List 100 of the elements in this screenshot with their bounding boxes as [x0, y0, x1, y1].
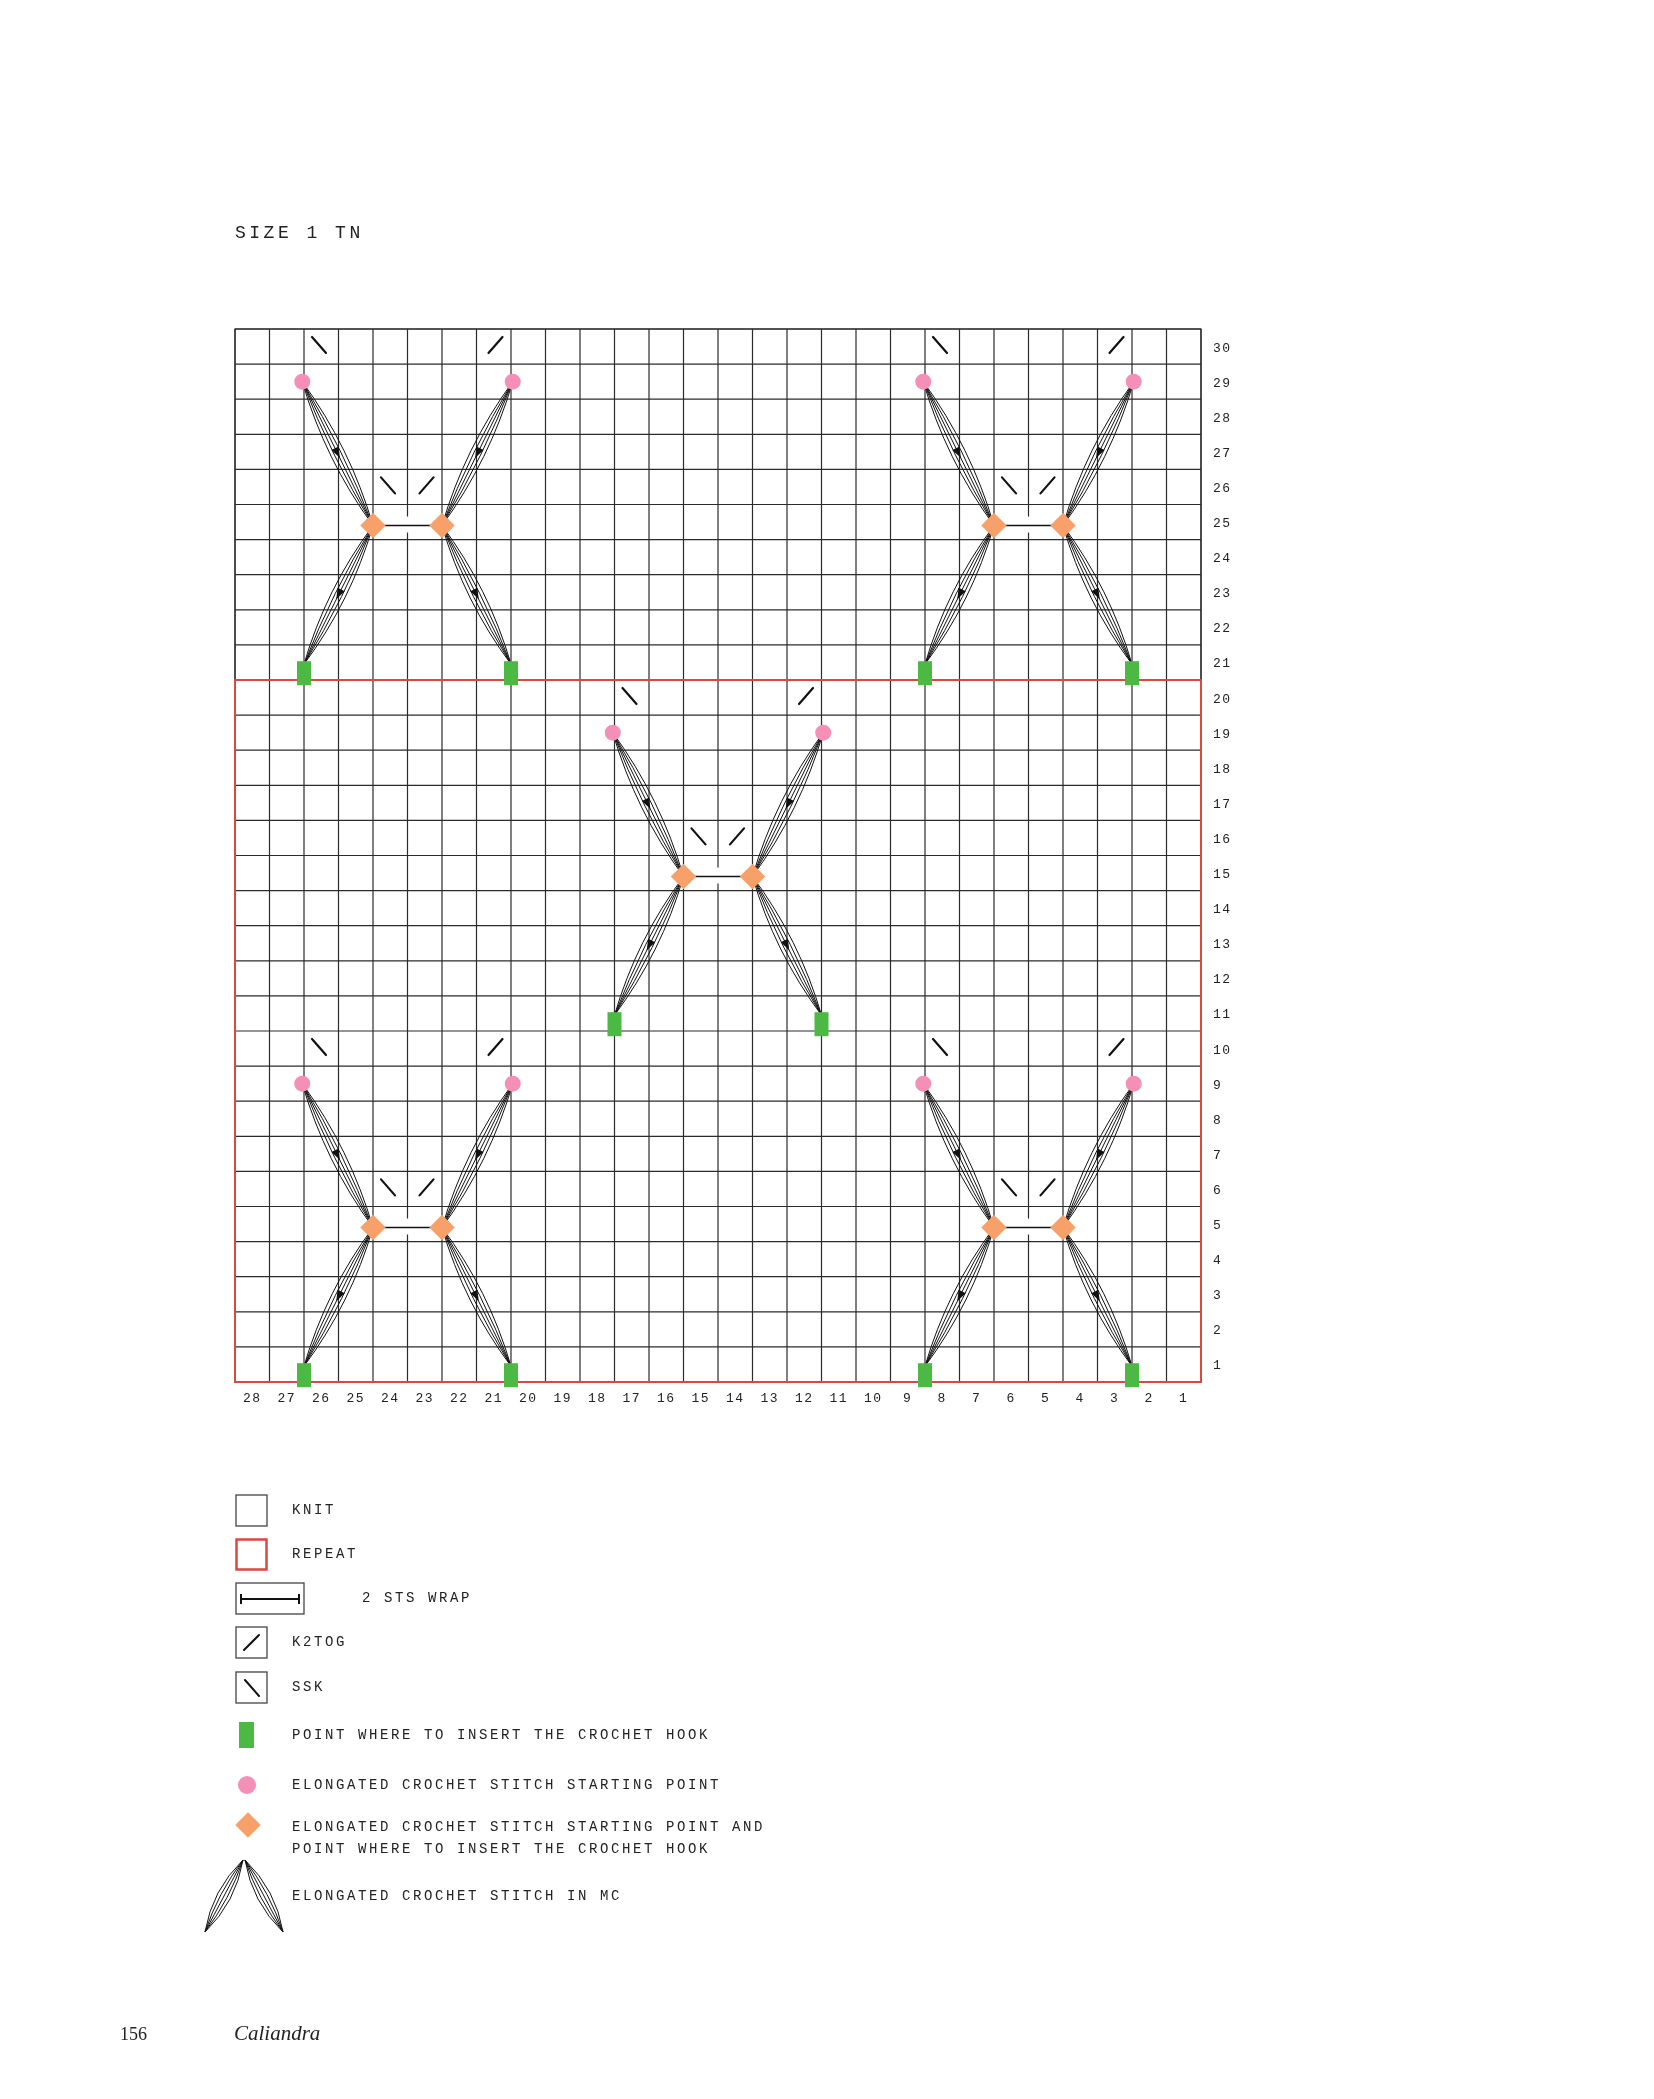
- row-number: 15: [1213, 867, 1232, 883]
- column-number: 26: [311, 1391, 331, 1406]
- legend-label: POINT WHERE TO INSERT THE CROCHET HOOK: [292, 1726, 711, 1745]
- start-point-dot: [294, 1075, 311, 1092]
- ssk-symbol: [621, 686, 638, 706]
- row-number: 27: [1213, 445, 1232, 461]
- row-number: 11: [1213, 1007, 1232, 1023]
- row-number: 1: [1213, 1358, 1223, 1374]
- k2tog-symbol: [1039, 1178, 1056, 1197]
- hook-point-marker: [297, 661, 311, 686]
- start-point-dot: [815, 724, 832, 741]
- column-number: 18: [587, 1391, 607, 1406]
- hook-point-marker: [297, 1363, 311, 1388]
- k2tog-icon: [235, 1625, 268, 1659]
- row-number: 22: [1213, 621, 1232, 637]
- k2tog-symbol: [1108, 1037, 1125, 1057]
- ssk-symbol: [310, 335, 328, 355]
- column-number: 21: [484, 1391, 504, 1406]
- row-number: 5: [1213, 1218, 1223, 1234]
- row-number: 7: [1213, 1147, 1223, 1163]
- row-number: 21: [1213, 656, 1232, 672]
- start-point-dot: [1125, 1075, 1142, 1092]
- column-number: 5: [1041, 1391, 1051, 1406]
- start-point-dot: [504, 373, 521, 390]
- legend-label: K2TOG: [292, 1633, 347, 1652]
- hook-point-marker: [1125, 1363, 1139, 1388]
- column-number: 3: [1110, 1391, 1120, 1406]
- column-number: 17: [622, 1391, 642, 1406]
- row-number: 2: [1213, 1323, 1223, 1339]
- start-point-dot: [294, 373, 311, 390]
- ssk-symbol: [310, 1037, 328, 1057]
- column-number: 10: [863, 1391, 883, 1406]
- legend-label: KNIT: [292, 1501, 336, 1520]
- row-number: 23: [1213, 586, 1232, 602]
- ssk-icon: [235, 1670, 268, 1704]
- column-number: 11: [829, 1391, 849, 1406]
- start-point-dot: [915, 1075, 932, 1092]
- k2tog-symbol: [1039, 476, 1056, 495]
- row-number: 17: [1213, 796, 1232, 812]
- column-number: 22: [449, 1391, 469, 1406]
- row-number: 10: [1213, 1042, 1232, 1058]
- column-number: 8: [937, 1391, 947, 1406]
- legend-label: ELONGATED CROCHET STITCH IN MC: [292, 1887, 623, 1906]
- hook-point-marker: [504, 661, 518, 686]
- page-number: 156: [120, 2023, 148, 2046]
- hook-point-marker: [918, 661, 932, 686]
- book-title: Caliandra: [234, 2020, 321, 2047]
- row-number: 8: [1213, 1112, 1223, 1128]
- wrap-icon: [235, 1581, 305, 1615]
- legend-label: ELONGATED CROCHET STITCH STARTING POINT: [292, 1776, 722, 1795]
- row-number: 13: [1213, 937, 1232, 953]
- row-number: 24: [1213, 551, 1232, 567]
- column-number: 7: [972, 1391, 982, 1406]
- k2tog-symbol: [487, 1037, 504, 1057]
- k2tog-symbol: [728, 827, 746, 846]
- row-number: 4: [1213, 1253, 1223, 1269]
- column-number: 24: [380, 1391, 400, 1406]
- k2tog-symbol: [487, 335, 504, 355]
- column-number: 14: [725, 1391, 745, 1406]
- ssk-symbol: [690, 827, 707, 846]
- row-number: 28: [1213, 410, 1232, 426]
- column-number: 4: [1075, 1391, 1085, 1406]
- start-point-dot: [604, 724, 621, 741]
- legend-label: 2 STS WRAP: [362, 1589, 472, 1608]
- legend-label: SSK: [292, 1678, 325, 1697]
- elongated-stitch-icon: [203, 1858, 285, 1934]
- column-number: 13: [760, 1391, 780, 1406]
- ssk-symbol: [379, 1178, 397, 1197]
- row-number: 9: [1213, 1077, 1223, 1093]
- legend-label: ELONGATED CROCHET STITCH STARTING POINT AND POINT WHERE TO INSERT THE CROCHET HOOK: [292, 1818, 767, 1859]
- column-number: 27: [277, 1391, 297, 1406]
- k2tog-symbol: [418, 1178, 435, 1197]
- column-number: 15: [691, 1391, 711, 1406]
- row-number: 16: [1213, 831, 1232, 847]
- k2tog-symbol: [1108, 335, 1125, 355]
- column-number: 9: [903, 1391, 913, 1406]
- chart-title: SIZE 1 TN: [235, 222, 364, 245]
- row-number: 29: [1213, 375, 1232, 391]
- start-point-dot: [504, 1075, 521, 1092]
- column-number: 23: [415, 1391, 435, 1406]
- row-number: 12: [1213, 972, 1232, 988]
- column-number: 25: [346, 1391, 366, 1406]
- hook-point-marker: [918, 1363, 932, 1388]
- row-number: 14: [1213, 902, 1232, 918]
- column-number: 16: [656, 1391, 676, 1406]
- legend-label: REPEAT: [292, 1545, 358, 1564]
- row-number: 19: [1213, 726, 1232, 742]
- column-number: 12: [794, 1391, 814, 1406]
- ssk-symbol: [1000, 1178, 1018, 1197]
- start-point-dot: [915, 373, 932, 390]
- dot-icon: [238, 1776, 256, 1794]
- hook-point-marker: [504, 1363, 518, 1388]
- row-number: 6: [1213, 1182, 1223, 1198]
- row-number: 25: [1213, 516, 1232, 532]
- repeat-square-icon: [235, 1537, 268, 1571]
- row-number: 30: [1213, 340, 1232, 356]
- column-number: 20: [518, 1391, 538, 1406]
- column-number: 2: [1144, 1391, 1154, 1406]
- start-point-dot: [1125, 373, 1142, 390]
- k2tog-symbol: [797, 686, 815, 706]
